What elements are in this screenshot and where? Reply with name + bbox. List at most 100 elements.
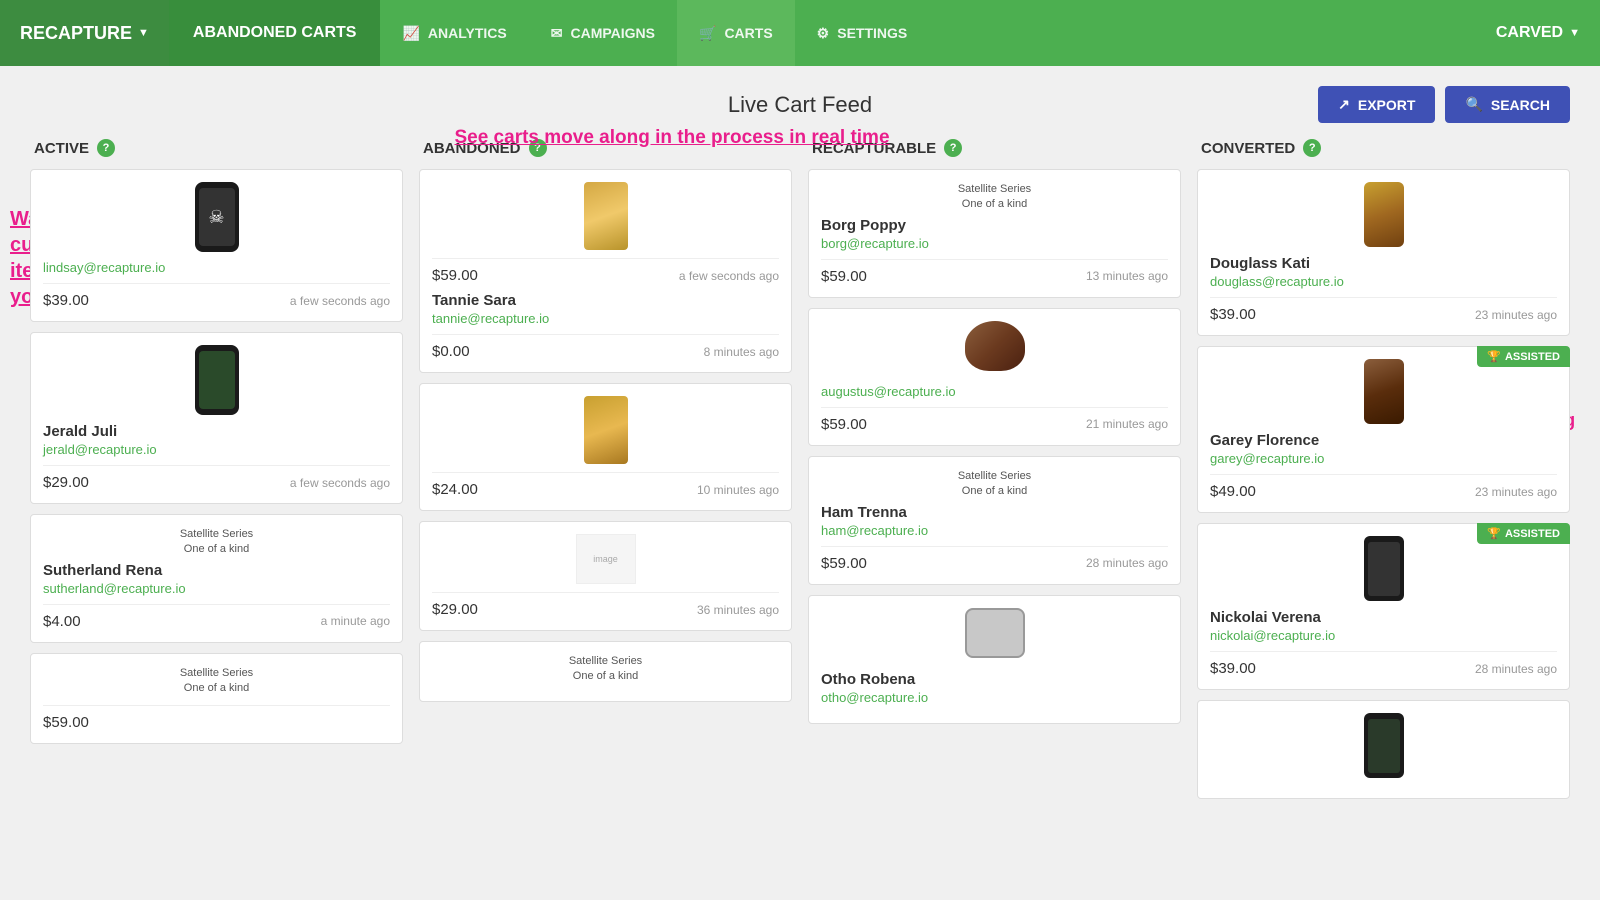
card-name-ab1: Tannie Sara — [432, 292, 779, 309]
card-footer-3: $4.00 a minute ago — [43, 604, 390, 630]
column-active-label: ACTIVE — [34, 140, 89, 157]
brand-name: RECAPTURE — [20, 23, 132, 44]
converted-help-icon[interactable]: ? — [1303, 139, 1321, 157]
card-price-ab1: $59.00 — [432, 267, 478, 284]
card-name-3: Sutherland Rena — [43, 562, 390, 579]
card-time-ab1: a few seconds ago — [679, 269, 779, 283]
card-price-2: $29.00 — [43, 474, 89, 491]
brand-logo[interactable]: RECAPTURE ▼ — [0, 0, 169, 66]
assisted-icon-c3: 🏆 — [1487, 527, 1501, 540]
nav-campaigns[interactable]: ✉ CAMPAIGNS — [529, 0, 677, 66]
card-price-ab2: $24.00 — [432, 481, 478, 498]
card-price-c2: $49.00 — [1210, 483, 1256, 500]
card-time-1: a few seconds ago — [290, 294, 390, 308]
callout-top: See carts move along in the process in r… — [454, 126, 889, 151]
card-footer-1: $39.00 a few seconds ago — [43, 283, 390, 309]
card-footer-ab2: $24.00 10 minutes ago — [432, 472, 779, 498]
card-active-4: Satellite SeriesOne of a kind $59.00 — [30, 653, 403, 744]
card-time-3: a minute ago — [321, 614, 390, 628]
card-time-2: a few seconds ago — [290, 476, 390, 490]
card-price-3: $4.00 — [43, 613, 81, 630]
main-content: Watch customers add items live on your s… — [0, 66, 1600, 829]
card-time-c2: 23 minutes ago — [1475, 485, 1557, 499]
card-email-2: jerald@recapture.io — [43, 442, 390, 457]
card-footer-r3: $59.00 28 minutes ago — [821, 546, 1168, 572]
column-recapturable: RECAPTURABLE ? Satellite SeriesOne of a … — [808, 139, 1181, 809]
card-time-ab3: 36 minutes ago — [697, 603, 779, 617]
card-price-1: $39.00 — [43, 292, 89, 309]
card-email-r2: augustus@recapture.io — [821, 384, 1168, 399]
card-time-c3: 28 minutes ago — [1475, 662, 1557, 676]
column-converted-label: CONVERTED — [1201, 140, 1295, 157]
card-time-c1: 23 minutes ago — [1475, 308, 1557, 322]
wood-case-image-c1 — [1364, 182, 1404, 247]
analytics-icon: 📈 — [402, 25, 419, 42]
card-price-c1: $39.00 — [1210, 306, 1256, 323]
card-product-label-3: Satellite SeriesOne of a kind — [43, 527, 390, 558]
card-converted-4 — [1197, 700, 1570, 799]
card-footer-4: $59.00 — [43, 705, 390, 731]
card-price-ab1b: $0.00 — [432, 343, 470, 360]
column-converted: CONVERTED ? Douglass Kati douglass@recap… — [1197, 139, 1570, 809]
card-email-1: lindsay@recapture.io — [43, 260, 390, 275]
phone-dark-c4 — [1364, 713, 1404, 778]
nav-items: 📈 ANALYTICS ✉ CAMPAIGNS 🛒 CARTS ⚙ SETTIN… — [380, 0, 929, 66]
card-abandoned-2: $24.00 10 minutes ago — [419, 383, 792, 511]
card-email-ab1: tannie@recapture.io — [432, 311, 779, 326]
card-footer-r1: $59.00 13 minutes ago — [821, 259, 1168, 285]
card-price-4: $59.00 — [43, 714, 89, 731]
card-product-label-ab4: Satellite SeriesOne of a kind — [432, 654, 779, 685]
carts-icon: 🛒 — [699, 25, 716, 42]
card-name-c2: Garey Florence — [1210, 432, 1557, 449]
card-footer-c2: $49.00 23 minutes ago — [1210, 474, 1557, 500]
card-product-label-4: Satellite SeriesOne of a kind — [43, 666, 390, 697]
columns-container: ACTIVE ? ☠ lindsay@recapture.io $39.00 a… — [30, 139, 1570, 809]
card-footer-ab1: $59.00 a few seconds ago — [432, 258, 779, 284]
card-recapturable-3: Satellite SeriesOne of a kind Ham Trenna… — [808, 456, 1181, 585]
navbar: RECAPTURE ▼ ABANDONED CARTS 📈 ANALYTICS … — [0, 0, 1600, 66]
settings-icon: ⚙ — [817, 25, 830, 42]
card-price-ab3: $29.00 — [432, 601, 478, 618]
card-price-r1: $59.00 — [821, 268, 867, 285]
nav-store[interactable]: CARVED ▼ — [1496, 0, 1600, 66]
card-name-r4: Otho Robena — [821, 671, 1168, 688]
phone-image-1: ☠ — [195, 182, 239, 252]
card-abandoned-3: image $29.00 36 minutes ago — [419, 521, 792, 631]
card-active-2: Jerald Juli jerald@recapture.io $29.00 a… — [30, 332, 403, 504]
search-button[interactable]: 🔍 SEARCH — [1445, 86, 1570, 123]
nav-analytics[interactable]: 📈 ANALYTICS — [380, 0, 528, 66]
card-active-1: ☠ lindsay@recapture.io $39.00 a few seco… — [30, 169, 403, 322]
card-name-2: Jerald Juli — [43, 423, 390, 440]
card-abandoned-1: $59.00 a few seconds ago Tannie Sara tan… — [419, 169, 792, 373]
card-time-r2: 21 minutes ago — [1086, 417, 1168, 431]
phone-image-2 — [195, 345, 239, 415]
export-icon: ↗ — [1338, 96, 1350, 113]
card-active-3: Satellite SeriesOne of a kind Sutherland… — [30, 514, 403, 643]
card-footer-2: $29.00 a few seconds ago — [43, 465, 390, 491]
assisted-badge-c3: 🏆 ASSISTED — [1477, 523, 1570, 544]
store-chevron: ▼ — [1569, 27, 1580, 39]
search-icon: 🔍 — [1465, 96, 1482, 113]
brown-shape-r2 — [965, 321, 1025, 376]
card-recapturable-4: Otho Robena otho@recapture.io — [808, 595, 1181, 724]
column-abandoned: ABANDONED ? $59.00 a few seconds ago Tan… — [419, 139, 792, 809]
card-product-label-r1: Satellite SeriesOne of a kind — [821, 182, 1168, 213]
brand-chevron: ▼ — [138, 27, 149, 39]
card-email-r4: otho@recapture.io — [821, 690, 1168, 705]
recapturable-help-icon[interactable]: ? — [944, 139, 962, 157]
card-email-r1: borg@recapture.io — [821, 236, 1168, 251]
card-name-r3: Ham Trenna — [821, 504, 1168, 521]
export-button[interactable]: ↗ EXPORT — [1318, 86, 1435, 123]
card-name-c1: Douglass Kati — [1210, 255, 1557, 272]
card-converted-2: 🏆 ASSISTED Garey Florence garey@recaptur… — [1197, 346, 1570, 513]
nav-settings[interactable]: ⚙ SETTINGS — [795, 0, 930, 66]
nav-carts[interactable]: 🛒 CARTS — [677, 0, 795, 66]
card-time-ab2: 10 minutes ago — [697, 483, 779, 497]
card-footer-ab1b: $0.00 8 minutes ago — [432, 334, 779, 360]
card-email-c3: nickolai@recapture.io — [1210, 628, 1557, 643]
card-recapturable-1: Satellite SeriesOne of a kind Borg Poppy… — [808, 169, 1181, 298]
column-active: ACTIVE ? ☠ lindsay@recapture.io $39.00 a… — [30, 139, 403, 809]
card-email-c1: douglass@recapture.io — [1210, 274, 1557, 289]
column-header-active: ACTIVE ? — [30, 139, 403, 157]
active-help-icon[interactable]: ? — [97, 139, 115, 157]
